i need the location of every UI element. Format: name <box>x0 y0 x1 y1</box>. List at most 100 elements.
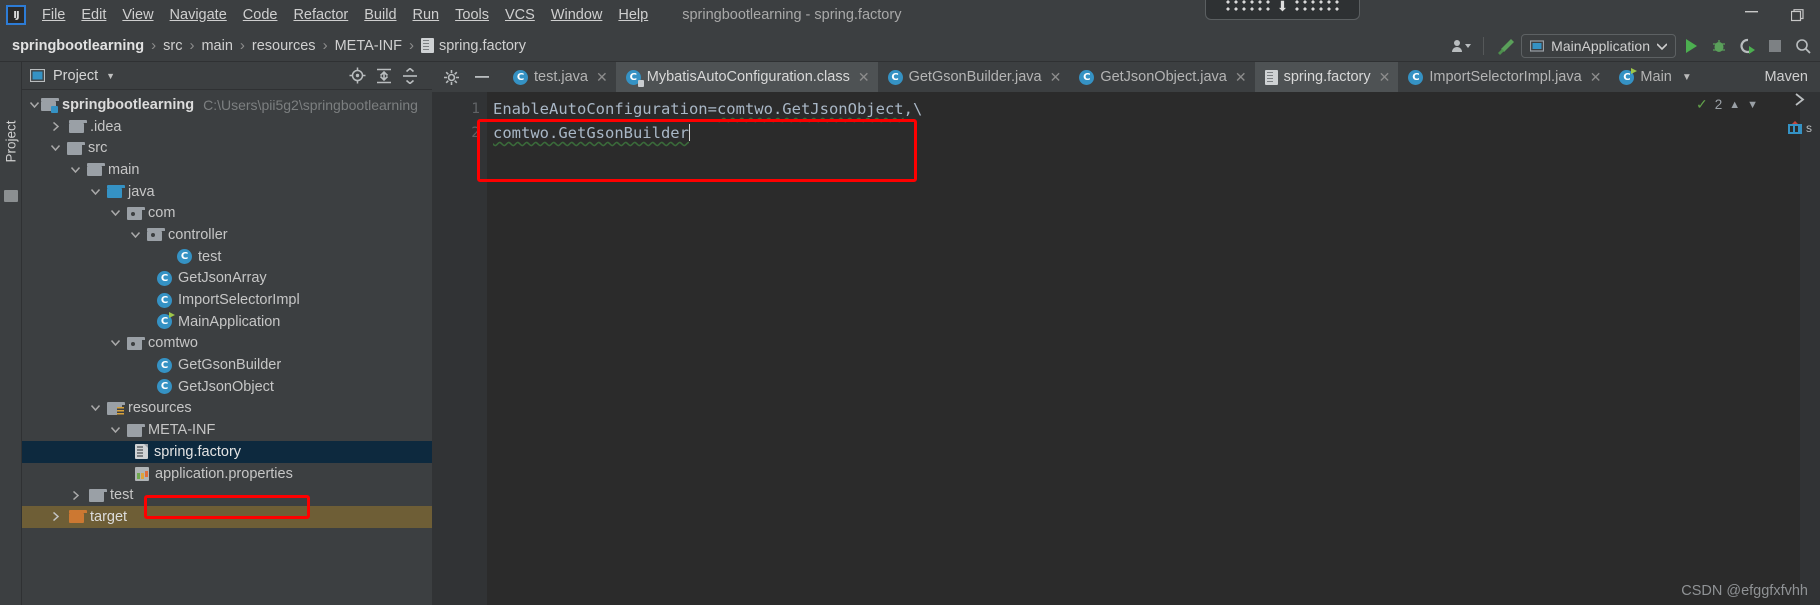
run-icon[interactable] <box>1678 34 1704 58</box>
close-icon[interactable]: ✕ <box>596 69 608 86</box>
minimize-icon[interactable] <box>1728 0 1774 30</box>
tree-row-java[interactable]: java <box>22 181 432 203</box>
menu-item-edit[interactable]: Edit <box>73 4 114 26</box>
chevron-down-icon[interactable] <box>69 163 82 176</box>
run-configuration-selector[interactable]: MainApplication <box>1521 34 1676 58</box>
tree-label: GetGsonBuilder <box>178 357 282 374</box>
stop-icon[interactable] <box>1762 34 1788 58</box>
watermark: CSDN @efggfxfvhh <box>1681 583 1808 599</box>
chevron-down-icon[interactable]: ▼ <box>1747 99 1758 111</box>
menu-item-view[interactable]: View <box>114 4 161 26</box>
build-hammer-icon[interactable] <box>1493 34 1519 58</box>
tree-row-target[interactable]: target <box>22 506 432 528</box>
close-icon[interactable]: ✕ <box>858 69 870 86</box>
debug-icon[interactable] <box>1706 34 1732 58</box>
tree-row-controller[interactable]: controller <box>22 224 432 246</box>
search-icon[interactable] <box>1790 34 1816 58</box>
breadcrumb-item-resources[interactable]: resources <box>248 36 320 56</box>
tree-row-mainapplication[interactable]: C MainApplication <box>22 311 432 333</box>
tree-row-main[interactable]: main <box>22 159 432 181</box>
editor-tab-getgsonbuilder-java[interactable]: C GetGsonBuilder.java ✕ <box>878 62 1070 92</box>
tool-window-tab-project[interactable]: Project <box>4 109 19 175</box>
tree-row-getgsonbuilder[interactable]: C GetGsonBuilder <box>22 354 432 376</box>
editor-tab-getjsonobject-java[interactable]: C GetJsonObject.java ✕ <box>1069 62 1254 92</box>
chevron-right-icon[interactable] <box>49 120 62 133</box>
tree-row-test-folder[interactable]: test <box>22 484 432 506</box>
error-stripe-markers[interactable] <box>1800 92 1820 605</box>
tree-row-meta-inf[interactable]: META-INF <box>22 419 432 441</box>
tree-row-comtwo[interactable]: comtwo <box>22 333 432 355</box>
editor-tab-mybatisautoconfiguration-class[interactable]: C MybatisAutoConfiguration.class ✕ <box>615 62 878 92</box>
tree-row-application-properties[interactable]: application.properties <box>22 463 432 485</box>
hide-icon[interactable] <box>475 75 489 79</box>
chevron-right-icon[interactable] <box>69 489 82 502</box>
project-tree[interactable]: springbootlearning C:\Users\pii5g2\sprin… <box>22 90 432 605</box>
menu-item-window[interactable]: Window <box>543 4 611 26</box>
breadcrumb-item-main[interactable]: main <box>197 36 236 56</box>
gear-icon[interactable] <box>444 69 459 85</box>
chevron-right-icon[interactable] <box>49 510 62 523</box>
chevron-down-icon[interactable] <box>109 424 122 437</box>
restore-icon[interactable] <box>1774 0 1820 30</box>
structure-icon[interactable] <box>4 190 18 202</box>
tree-label: target <box>90 508 128 525</box>
breadcrumb-item-project[interactable]: springbootlearning <box>8 36 148 56</box>
code-content[interactable]: EnableAutoConfiguration=comtwo.GetJsonOb… <box>487 92 1730 605</box>
run-coverage-icon[interactable] <box>1734 34 1760 58</box>
chevron-down-icon[interactable] <box>109 337 122 350</box>
menu-item-run[interactable]: Run <box>405 4 448 26</box>
tree-row-getjsonobject[interactable]: C GetJsonObject <box>22 376 432 398</box>
close-icon[interactable]: ✕ <box>1235 69 1247 86</box>
chevron-down-icon[interactable] <box>49 142 62 155</box>
close-icon[interactable]: ✕ <box>1379 69 1391 86</box>
menu-item-refactor[interactable]: Refactor <box>285 4 356 26</box>
inspection-widget[interactable]: ✓ 2 ▲ ▼ <box>1696 96 1758 113</box>
tree-row-spring-factory[interactable]: spring.factory <box>22 441 432 463</box>
chevron-up-icon[interactable]: ▲ <box>1729 99 1740 111</box>
tree-row-com[interactable]: com <box>22 202 432 224</box>
locate-icon[interactable] <box>349 67 366 84</box>
user-settings-icon[interactable] <box>1448 34 1474 58</box>
editor-tab-test-java[interactable]: C test.java ✕ <box>503 62 616 92</box>
menu-item-help[interactable]: Help <box>610 4 656 26</box>
menu-item-tools[interactable]: Tools <box>447 4 497 26</box>
tree-row-importselectorimpl[interactable]: C ImportSelectorImpl <box>22 289 432 311</box>
tool-window-tab-maven[interactable]: Maven <box>1752 69 1820 85</box>
chevron-down-icon[interactable]: ▼ <box>106 71 115 81</box>
chevron-down-icon[interactable] <box>129 228 142 241</box>
breadcrumb-item-meta-inf[interactable]: META-INF <box>331 36 406 56</box>
ime-floating-toolbar[interactable]: ⬇ <box>1205 0 1360 20</box>
tree-row-test-class[interactable]: C test <box>22 246 432 268</box>
keyboard-dots-icon <box>1294 0 1341 13</box>
collapse-all-icon[interactable] <box>402 67 418 84</box>
menu-label: Tools <box>455 7 489 23</box>
maven-icon[interactable]: s <box>1788 121 1812 135</box>
tree-row-idea[interactable]: .idea <box>22 116 432 138</box>
tree-row-getjsonarray[interactable]: C GetJsonArray <box>22 268 432 290</box>
chevron-down-icon[interactable] <box>28 98 41 111</box>
chevron-down-icon[interactable] <box>89 185 102 198</box>
chevron-down-icon[interactable]: ▼ <box>1682 72 1692 83</box>
menu-item-build[interactable]: Build <box>356 4 404 26</box>
breadcrumb-item-spring-factory[interactable]: spring.factory <box>417 36 530 56</box>
menu-item-navigate[interactable]: Navigate <box>162 4 235 26</box>
menu-item-code[interactable]: Code <box>235 4 286 26</box>
tree-row-src[interactable]: src <box>22 137 432 159</box>
editor-tab-main[interactable]: C Main ▼ <box>1609 62 1699 92</box>
project-tool-window: Project ▼ springbootlearning C:\Users\pi… <box>22 62 432 605</box>
menu-item-vcs[interactable]: VCS <box>497 4 543 26</box>
tree-row-resources[interactable]: resources <box>22 398 432 420</box>
code-editor[interactable]: 1 2 EnableAutoConfiguration=comtwo.GetJs… <box>432 92 1820 605</box>
close-icon[interactable]: ✕ <box>1590 69 1602 86</box>
tree-row-springbootlearning[interactable]: springbootlearning C:\Users\pii5g2\sprin… <box>22 94 432 116</box>
editor-tab-importselectorimpl-java[interactable]: C ImportSelectorImpl.java ✕ <box>1398 62 1609 92</box>
close-icon[interactable]: ✕ <box>1050 69 1062 86</box>
editor-tab-spring-factory[interactable]: spring.factory ✕ <box>1254 62 1399 92</box>
chevron-down-icon[interactable] <box>89 402 102 415</box>
chevron-down-icon[interactable] <box>109 207 122 220</box>
expand-right-icon[interactable] <box>1793 92 1808 107</box>
breadcrumb-item-src[interactable]: src <box>159 36 186 56</box>
menu-item-file[interactable]: File <box>34 4 73 26</box>
toolbar-divider <box>1483 37 1485 55</box>
expand-all-icon[interactable] <box>376 68 392 84</box>
